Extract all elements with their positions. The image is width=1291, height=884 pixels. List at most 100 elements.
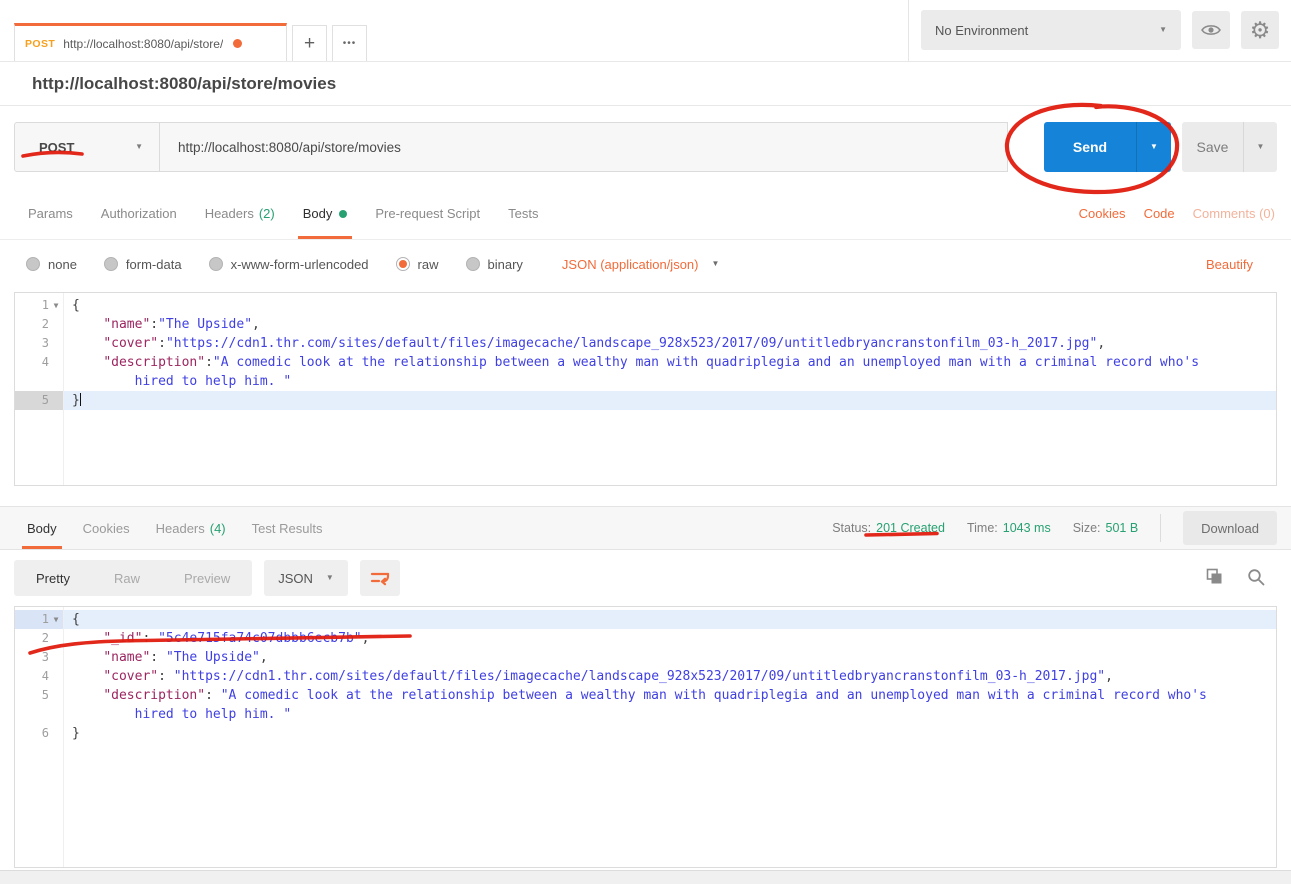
line-number: 1	[15, 296, 49, 315]
tab-options-button[interactable]: •••	[332, 25, 367, 61]
radio-icon	[209, 257, 223, 271]
code-token: hired to help him. "	[135, 707, 292, 722]
tab-label: Headers	[156, 521, 205, 536]
code-line[interactable]: 4 "cover": "https://cdn1.thr.com/sites/d…	[15, 667, 1276, 686]
tab-pre-request-script[interactable]: Pre-request Script	[361, 188, 494, 239]
tab-label: Pre-request Script	[375, 206, 480, 221]
content-type-select[interactable]: JSON (application/json) ▼	[562, 257, 719, 272]
body-mode-raw[interactable]: raw	[396, 257, 439, 272]
fold-arrow-icon[interactable]: ▼	[49, 610, 63, 629]
request-builder-bar: POST ▼ http://localhost:8080/api/store/m…	[0, 106, 1291, 188]
beautify-link[interactable]: Beautify	[1206, 257, 1265, 272]
fold-arrow-icon[interactable]: ▼	[49, 296, 63, 315]
text-cursor	[80, 393, 81, 406]
tab-body[interactable]: Body	[289, 188, 362, 239]
request-links: Cookies Code Comments (0)	[1079, 206, 1277, 221]
code-text: }	[63, 391, 1276, 410]
line-number-gutter: 1▼	[15, 610, 63, 629]
response-body-editor[interactable]: 1▼{2 "_id": "5c4e715fa74c07dbbb6ecb7b",3…	[14, 606, 1277, 868]
url-input[interactable]: http://localhost:8080/api/store/movies	[160, 122, 1008, 172]
radio-label: form-data	[126, 257, 182, 272]
code-text: "cover":"https://cdn1.thr.com/sites/defa…	[63, 334, 1276, 353]
response-tab-headers[interactable]: Headers (4)	[143, 507, 239, 549]
request-tab[interactable]: POST http://localhost:8080/api/store/	[14, 23, 287, 61]
view-pretty[interactable]: Pretty	[14, 560, 92, 596]
format-select-value: JSON	[278, 571, 313, 586]
code-text: "_id": "5c4e715fa74c07dbbb6ecb7b",	[63, 629, 1276, 648]
download-button[interactable]: Download	[1183, 511, 1277, 545]
fold-arrow-icon	[49, 667, 63, 686]
comments-link[interactable]: Comments (0)	[1193, 206, 1275, 221]
send-button[interactable]: Send	[1044, 122, 1136, 172]
request-tabs-row: Params Authorization Headers (2) Body Pr…	[0, 188, 1291, 240]
line-number-gutter: 2	[15, 629, 63, 648]
body-mode-urlencoded[interactable]: x-www-form-urlencoded	[209, 257, 369, 272]
settings-button[interactable]: ⚙	[1241, 11, 1279, 49]
send-button-group: Send ▼	[1044, 122, 1171, 172]
code-token: "A comedic look at the relationship betw…	[221, 688, 1207, 703]
line-number-gutter: 2	[15, 315, 63, 334]
code-line[interactable]: 3 "name": "The Upside",	[15, 648, 1276, 667]
chevron-down-icon: ▼	[1257, 143, 1265, 151]
response-format-select[interactable]: JSON ▼	[264, 560, 348, 596]
code-line[interactable]: 5}	[15, 391, 1276, 410]
size-badge: Size: 501 B	[1073, 521, 1138, 535]
size-value: 501 B	[1106, 521, 1139, 535]
body-mode-form-data[interactable]: form-data	[104, 257, 182, 272]
code-token: "The Upside"	[166, 650, 260, 665]
response-tab-cookies[interactable]: Cookies	[70, 507, 143, 549]
response-tab-test-results[interactable]: Test Results	[239, 507, 336, 549]
divider	[1160, 514, 1161, 542]
code-token: }	[72, 393, 80, 408]
chevron-down-icon: ▼	[326, 574, 334, 582]
code-line[interactable]: 1▼{	[15, 610, 1276, 629]
code-token: "https://cdn1.thr.com/sites/default/file…	[166, 336, 1097, 351]
code-line[interactable]: 4 "description":"A comedic look at the r…	[15, 353, 1276, 391]
code-line[interactable]: 5 "description": "A comedic look at the …	[15, 686, 1276, 724]
new-tab-button[interactable]: +	[292, 25, 327, 61]
tab-count-badge: (4)	[210, 521, 226, 536]
save-button[interactable]: Save	[1182, 122, 1243, 172]
code-token: }	[72, 726, 80, 741]
fold-arrow-icon	[49, 391, 63, 410]
code-line[interactable]: 3 "cover":"https://cdn1.thr.com/sites/de…	[15, 334, 1276, 353]
tab-params[interactable]: Params	[14, 188, 87, 239]
body-mode-none[interactable]: none	[26, 257, 77, 272]
view-raw[interactable]: Raw	[92, 560, 162, 596]
copy-icon	[1206, 568, 1223, 585]
copy-button[interactable]	[1206, 568, 1223, 588]
code-line[interactable]: 1▼{	[15, 296, 1276, 315]
cookies-link[interactable]: Cookies	[1079, 206, 1126, 221]
code-token: "The Upside"	[158, 317, 252, 332]
radio-icon	[466, 257, 480, 271]
environment-quick-look-button[interactable]	[1192, 11, 1230, 49]
environment-select[interactable]: No Environment ▼	[921, 10, 1181, 50]
tab-label: Test Results	[252, 521, 323, 536]
code-line[interactable]: 2 "name":"The Upside",	[15, 315, 1276, 334]
code-token: ,	[260, 650, 268, 665]
response-tab-body[interactable]: Body	[14, 507, 70, 549]
wrap-lines-button[interactable]	[360, 560, 400, 596]
save-options-button[interactable]: ▼	[1243, 122, 1277, 172]
response-view-segmented-control: Pretty Raw Preview	[14, 560, 252, 596]
code-line[interactable]: 6}	[15, 724, 1276, 743]
tab-label: Tests	[508, 206, 538, 221]
view-preview[interactable]: Preview	[162, 560, 252, 596]
body-mode-binary[interactable]: binary	[466, 257, 523, 272]
horizontal-scrollbar[interactable]	[0, 870, 1291, 884]
app-header: POST http://localhost:8080/api/store/ + …	[0, 0, 1291, 62]
unsaved-changes-dot-icon	[233, 39, 242, 48]
response-header: Body Cookies Headers (4) Test Results St…	[0, 506, 1291, 550]
send-options-button[interactable]: ▼	[1136, 122, 1171, 172]
tab-tests[interactable]: Tests	[494, 188, 552, 239]
code-line[interactable]: 2 "_id": "5c4e715fa74c07dbbb6ecb7b",	[15, 629, 1276, 648]
code-link[interactable]: Code	[1144, 206, 1175, 221]
radio-label: x-www-form-urlencoded	[231, 257, 369, 272]
code-token: "description"	[103, 355, 205, 370]
tab-authorization[interactable]: Authorization	[87, 188, 191, 239]
method-select[interactable]: POST ▼	[14, 122, 160, 172]
tab-headers[interactable]: Headers (2)	[191, 188, 289, 239]
request-body-editor[interactable]: 1▼{2 "name":"The Upside",3 "cover":"http…	[14, 292, 1277, 486]
search-button[interactable]	[1247, 568, 1265, 589]
response-toolbar-icons	[1206, 568, 1277, 589]
